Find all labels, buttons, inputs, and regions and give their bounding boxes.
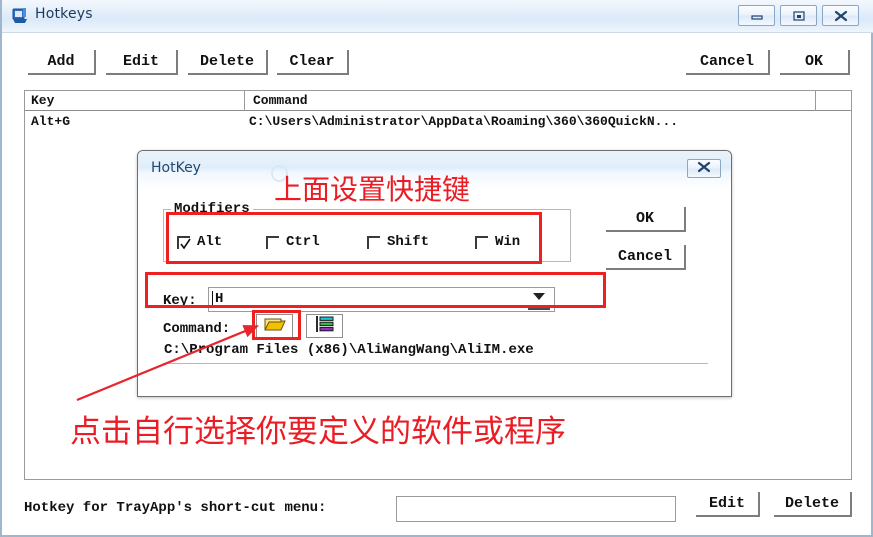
dialog-ok-button[interactable]: OK <box>606 207 686 232</box>
column-divider[interactable] <box>244 91 245 111</box>
column-header-key[interactable]: Key <box>31 93 54 108</box>
checkbox-box[interactable] <box>177 235 191 249</box>
key-label: Key: <box>163 293 197 309</box>
command-path-value: C:\Program Files (x86)\AliWangWang\AliIM… <box>164 342 534 358</box>
key-value: H <box>215 291 224 307</box>
hotkeys-app-icon <box>11 7 29 25</box>
list-header: Key Command <box>25 91 851 111</box>
hotkey-dialog-title: HotKey <box>151 160 201 176</box>
key-select[interactable]: H <box>208 287 555 312</box>
column-divider[interactable] <box>815 91 816 111</box>
window-title: Hotkeys <box>35 6 93 22</box>
annotation-text-bottom: 点击自行选择你要定义的软件或程序 <box>70 414 566 450</box>
tray-hotkey-label: Hotkey for TrayApp's short-cut menu: <box>24 500 327 516</box>
checkbox-ctrl[interactable]: Ctrl <box>266 234 320 250</box>
table-row[interactable]: Alt+G C:\Users\Administrator\AppData\Roa… <box>25 112 851 132</box>
dialog-cancel-button[interactable]: Cancel <box>606 245 686 270</box>
checkbox-shift[interactable]: Shift <box>367 234 429 250</box>
add-button[interactable]: Add <box>28 50 96 75</box>
column-header-command[interactable]: Command <box>253 93 308 108</box>
tray-edit-button[interactable]: Edit <box>696 492 760 517</box>
close-icon <box>833 10 849 22</box>
tray-hotkey-input[interactable] <box>396 496 676 522</box>
modifiers-legend: Modifiers <box>171 201 253 217</box>
checkbox-label: Alt <box>197 234 223 250</box>
delete-button[interactable]: Delete <box>188 50 268 75</box>
checkbox-box[interactable] <box>475 235 488 249</box>
maximize-icon <box>792 10 806 22</box>
properties-button[interactable] <box>306 314 343 338</box>
ok-button[interactable]: OK <box>780 50 850 75</box>
row-key-cell: Alt+G <box>31 114 71 129</box>
browse-button[interactable] <box>256 314 293 338</box>
annotation-text-top: 上面设置快捷键 <box>274 173 471 206</box>
maximize-button[interactable] <box>780 5 817 26</box>
checkbox-label: Ctrl <box>286 234 320 250</box>
checkbox-box[interactable] <box>266 235 279 249</box>
checkbox-alt[interactable]: Alt <box>177 234 222 250</box>
chevron-down-icon[interactable] <box>528 292 550 310</box>
close-button[interactable] <box>822 5 859 26</box>
command-label: Command: <box>163 321 231 337</box>
open-folder-icon <box>264 315 286 337</box>
cancel-button[interactable]: Cancel <box>686 50 770 75</box>
row-command-cell: C:\Users\Administrator\AppData\Roaming\3… <box>249 114 679 129</box>
checkbox-label: Win <box>495 234 521 250</box>
minimize-icon <box>750 11 764 21</box>
properties-list-icon <box>313 315 337 338</box>
tray-delete-button[interactable]: Delete <box>774 492 852 517</box>
check-icon <box>180 238 191 249</box>
checkbox-win[interactable]: Win <box>475 234 520 250</box>
window-titlebar: Hotkeys <box>2 0 873 33</box>
command-path-field[interactable]: C:\Program Files (x86)\AliWangWang\AliIM… <box>163 341 708 364</box>
edit-button[interactable]: Edit <box>106 50 178 75</box>
minimize-button[interactable] <box>738 5 775 26</box>
text-caret <box>212 291 213 307</box>
checkbox-box[interactable] <box>367 235 380 249</box>
checkbox-label: Shift <box>387 234 430 250</box>
hotkey-dialog-close-button[interactable] <box>687 159 721 178</box>
clear-button[interactable]: Clear <box>277 50 349 75</box>
close-icon <box>696 160 712 178</box>
